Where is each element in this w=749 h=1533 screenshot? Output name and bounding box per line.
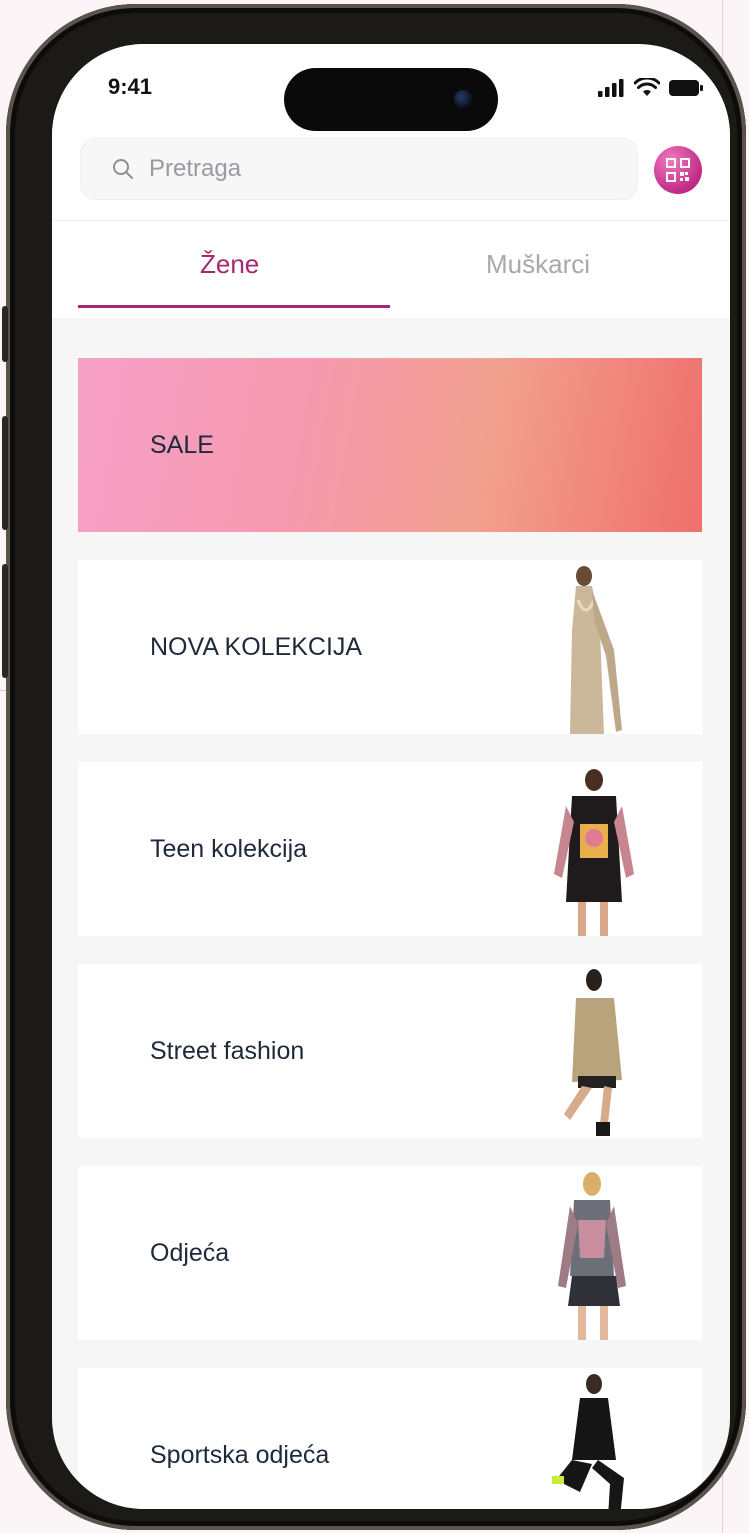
signal-icon [598,79,624,97]
wifi-icon [634,78,660,96]
category-card-clothing[interactable]: Odjeća [78,1166,702,1340]
active-tab-indicator [78,305,390,308]
category-card-sale[interactable]: SALE [78,358,702,532]
category-label: Teen kolekcija [150,834,308,863]
battery-icon [669,80,703,96]
qr-scan-button[interactable] [654,146,702,194]
status-time: 9:41 [108,74,153,99]
tab-men[interactable]: Muškarci [486,249,590,280]
dynamic-island [284,68,498,131]
action-button [2,306,8,362]
category-label: Sportska odjeća [150,1440,330,1469]
category-list: SALE NOVA KOLEKCIJA Teen kolekcija Stree… [52,318,730,1509]
model-photo [558,1172,626,1340]
app-header: 9:41 [52,44,730,220]
volume-down-button [2,564,8,678]
volume-up-button [2,416,8,530]
model-photo [552,1374,624,1509]
model-photo [570,566,622,734]
search-bar[interactable] [80,138,638,200]
category-label: Street fashion [150,1036,305,1065]
tab-women[interactable]: Žene [200,249,259,280]
category-label: SALE [150,430,214,459]
status-icons [598,78,704,98]
gender-tabs: Žene Muškarci [52,220,730,319]
category-label: NOVA KOLEKCIJA [150,632,363,661]
category-card-street-fashion[interactable]: Street fashion [78,964,702,1138]
category-card-new-collection[interactable]: NOVA KOLEKCIJA [78,560,702,734]
screen: 9:41 Pretraga Žene Muškarci SALE NOVA KO… [52,44,730,1509]
qr-code-icon [666,158,690,182]
category-card-teen[interactable]: Teen kolekcija [78,762,702,936]
search-input[interactable] [147,154,611,184]
category-label: Odjeća [150,1238,230,1267]
model-photo [564,969,622,1136]
phone-frame: 9:41 Pretraga Žene Muškarci SALE NOVA KO… [2,4,746,1530]
category-card-sportswear[interactable]: Sportska odjeća [78,1368,702,1509]
search-icon [113,159,133,179]
model-photo [554,769,634,936]
